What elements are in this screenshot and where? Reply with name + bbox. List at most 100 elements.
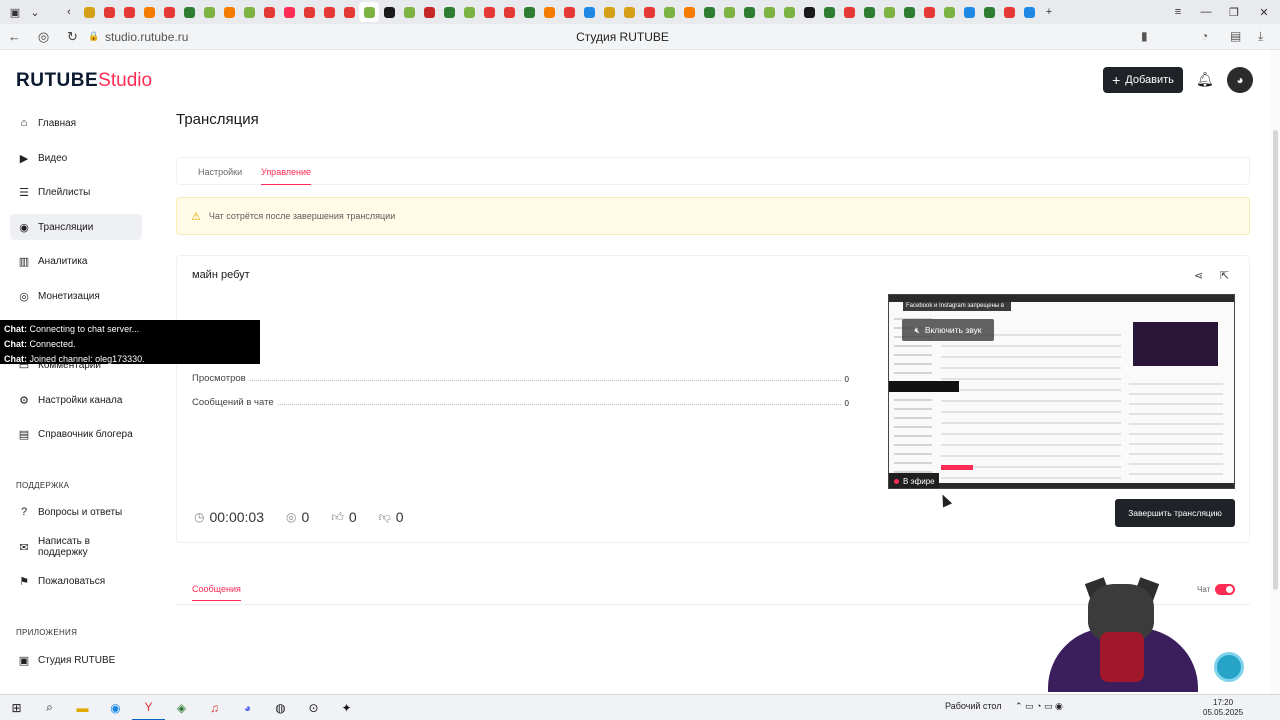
app-icon[interactable]: ✦ bbox=[330, 695, 363, 720]
browser-tab[interactable] bbox=[239, 2, 259, 22]
browser-tab[interactable] bbox=[939, 2, 959, 22]
browser-tab[interactable] bbox=[339, 2, 359, 22]
back-icon[interactable]: ← bbox=[0, 29, 29, 44]
desktop-label[interactable]: Рабочий стол bbox=[945, 701, 1002, 711]
browser-tab[interactable] bbox=[599, 2, 619, 22]
discord-icon[interactable]: ◕ bbox=[231, 695, 264, 720]
browser-tab[interactable] bbox=[119, 2, 139, 22]
sidebar-item-monetization[interactable]: ◎ Монетизация bbox=[10, 283, 142, 309]
close-window-button[interactable]: ✕ bbox=[1250, 0, 1278, 24]
avatar[interactable]: ◕ bbox=[1227, 67, 1253, 93]
yandex-music-icon[interactable]: ♫ bbox=[198, 695, 231, 720]
browser-tab[interactable] bbox=[859, 2, 879, 22]
browser-tab[interactable] bbox=[499, 2, 519, 22]
tab-settings[interactable]: Настройки bbox=[198, 167, 242, 177]
browser-tab[interactable] bbox=[519, 2, 539, 22]
browser-tab[interactable] bbox=[819, 2, 839, 22]
tab-menu-icon[interactable]: ⌄ bbox=[25, 2, 45, 22]
browser-tab[interactable] bbox=[659, 2, 679, 22]
download-arrow-icon[interactable]: ⤓ bbox=[1258, 29, 1263, 44]
browser-tab[interactable] bbox=[679, 2, 699, 22]
page-scrollbar[interactable] bbox=[1271, 50, 1280, 694]
tab-management[interactable]: Управление bbox=[261, 167, 312, 185]
tray-icons[interactable]: ⌃ ▭ ◔ ▭ ◉ bbox=[1015, 701, 1063, 712]
browser-tab[interactable] bbox=[719, 2, 739, 22]
recorder-icon[interactable]: ⊙ bbox=[297, 695, 330, 720]
browser-tab[interactable] bbox=[979, 2, 999, 22]
search-icon[interactable]: ⌕ bbox=[33, 695, 66, 720]
add-button[interactable]: + Добавить bbox=[1103, 67, 1183, 93]
browser-tab[interactable] bbox=[139, 2, 159, 22]
sidebar-item-playlists[interactable]: ☰ Плейлисты bbox=[10, 179, 142, 205]
scrollbar-thumb[interactable] bbox=[1273, 130, 1278, 590]
obs-icon[interactable]: ◍ bbox=[264, 695, 297, 720]
browser-tab[interactable] bbox=[399, 2, 419, 22]
browser-tab[interactable] bbox=[379, 2, 399, 22]
browser-tab[interactable] bbox=[439, 2, 459, 22]
notifications-bell-icon[interactable]: 🔔︎ bbox=[1196, 71, 1214, 88]
browser-tab[interactable] bbox=[619, 2, 639, 22]
browser-tab[interactable] bbox=[799, 2, 819, 22]
browser-tab[interactable] bbox=[699, 2, 719, 22]
share-icon[interactable]: ⋖ bbox=[1194, 269, 1203, 282]
browser-tab[interactable] bbox=[259, 2, 279, 22]
browser-tab[interactable] bbox=[959, 2, 979, 22]
external-link-icon[interactable]: ⇱ bbox=[1220, 269, 1229, 282]
rutube-studio-logo[interactable]: RUTUBEStudio bbox=[16, 70, 152, 92]
chat-toggle[interactable] bbox=[1215, 584, 1235, 595]
sidebar-item-faq[interactable]: ? Вопросы и ответы bbox=[10, 499, 142, 525]
start-icon[interactable]: ⊞ bbox=[0, 695, 33, 720]
sidebar-item-report[interactable]: ⚑ Пожаловаться bbox=[10, 568, 142, 594]
sidebar-item-channel-settings[interactable]: ⚙ Настройки канала bbox=[10, 387, 142, 413]
browser-tab[interactable] bbox=[219, 2, 239, 22]
back-tab-icon[interactable]: ‹ bbox=[59, 2, 79, 22]
tab-messages[interactable]: Сообщения bbox=[192, 584, 241, 601]
browser-tab[interactable] bbox=[419, 2, 439, 22]
new-tab-button[interactable]: + bbox=[1039, 2, 1059, 22]
menu-icon[interactable]: ≡ bbox=[1164, 0, 1192, 24]
browser-tab[interactable] bbox=[479, 2, 499, 22]
sidebar-item-analytics[interactable]: ▥ Аналитика bbox=[10, 248, 142, 274]
downloads-icon[interactable]: ◔ bbox=[1201, 29, 1208, 43]
clock[interactable]: 17:20 05.05.2025 bbox=[1203, 698, 1243, 718]
protect-icon[interactable]: ◎ bbox=[29, 29, 58, 45]
sidebar-item-video[interactable]: ▶ Видео bbox=[10, 145, 142, 171]
browser-tab[interactable] bbox=[899, 2, 919, 22]
app-icon[interactable]: ◈ bbox=[165, 695, 198, 720]
maximize-button[interactable]: ❐ bbox=[1220, 0, 1248, 24]
yandex-browser-icon[interactable]: Y bbox=[132, 695, 165, 720]
unmute-button[interactable]: 🔇︎ Включить звук bbox=[902, 319, 994, 341]
sidebar-item-broadcasts[interactable]: ◉ Трансляции bbox=[10, 214, 142, 240]
browser-tab[interactable] bbox=[879, 2, 899, 22]
browser-tab[interactable] bbox=[359, 2, 379, 22]
end-stream-button[interactable]: Завершить трансляцию bbox=[1115, 499, 1235, 527]
stream-preview-player[interactable]: Facebook и Instagram запрещены в РФ 🔇︎ В… bbox=[888, 294, 1235, 489]
browser-tab[interactable] bbox=[319, 2, 339, 22]
tab-manager-icon[interactable]: ▣ bbox=[5, 2, 25, 22]
bookmark-icon[interactable]: ▮ bbox=[1141, 29, 1148, 43]
browser-tab[interactable] bbox=[559, 2, 579, 22]
url-field[interactable]: studio.rutube.ru bbox=[105, 30, 188, 44]
reload-icon[interactable]: ↻ bbox=[58, 29, 87, 45]
explorer-icon[interactable]: ▬ bbox=[66, 695, 99, 720]
browser-tab[interactable] bbox=[839, 2, 859, 22]
edge-icon[interactable]: ◉ bbox=[99, 695, 132, 720]
sidebar-item-home[interactable]: ⌂ Главная bbox=[10, 110, 142, 136]
browser-tab[interactable] bbox=[1019, 2, 1039, 22]
floating-widget-icon[interactable] bbox=[1214, 652, 1244, 682]
sidebar-item-studio-app[interactable]: ▣ Студия RUTUBE bbox=[10, 647, 142, 673]
browser-tab[interactable] bbox=[919, 2, 939, 22]
browser-tab[interactable] bbox=[79, 2, 99, 22]
browser-tab[interactable] bbox=[279, 2, 299, 22]
browser-tab[interactable] bbox=[759, 2, 779, 22]
browser-tab[interactable] bbox=[179, 2, 199, 22]
browser-tab[interactable] bbox=[639, 2, 659, 22]
sidebar-item-blogger-guide[interactable]: ▤ Справочник блогера bbox=[10, 421, 142, 447]
browser-tab[interactable] bbox=[739, 2, 759, 22]
browser-tab[interactable] bbox=[539, 2, 559, 22]
browser-tab[interactable] bbox=[159, 2, 179, 22]
browser-tab[interactable] bbox=[99, 2, 119, 22]
browser-tab[interactable] bbox=[779, 2, 799, 22]
extensions-icon[interactable]: ▤ bbox=[1230, 29, 1241, 43]
browser-tab[interactable] bbox=[999, 2, 1019, 22]
